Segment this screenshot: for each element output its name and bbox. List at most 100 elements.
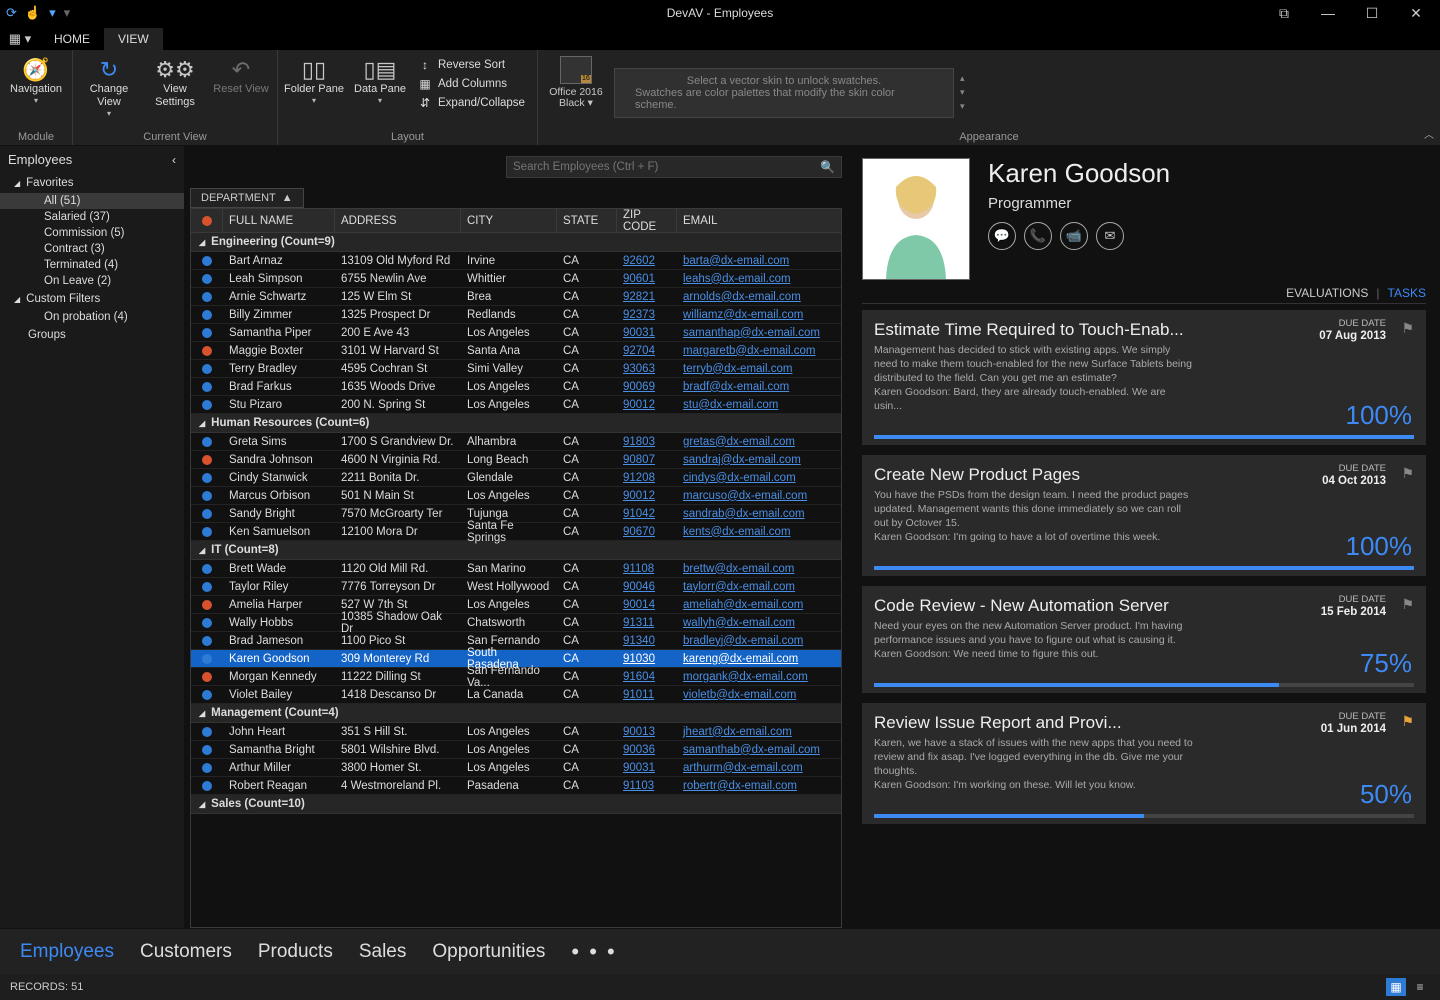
nav-group-custom[interactable]: ◢Custom Filters [0,289,184,309]
flag-icon[interactable]: ⚑ [1401,596,1414,613]
module-sales[interactable]: Sales [359,941,407,963]
file-menu-button[interactable]: ▦ ▾ [0,31,40,50]
cell-zip-link[interactable]: 92373 [623,309,655,321]
cell-zip-link[interactable]: 91803 [623,436,655,448]
cell-zip-link[interactable]: 90036 [623,744,655,756]
skin-prev-icon[interactable]: ▴ [960,73,965,84]
data-pane-button[interactable]: ▯▤ Data Pane ▾ [350,53,410,129]
col-icon[interactable] [191,209,223,232]
cell-email-link[interactable]: bradf@dx-email.com [683,381,789,393]
reverse-sort-button[interactable]: ↕Reverse Sort [416,57,527,73]
table-row[interactable]: Brad Farkus1635 Woods DriveLos AngelesCA… [191,378,841,396]
cell-email-link[interactable]: violetb@dx-email.com [683,689,796,701]
cell-email-link[interactable]: terryb@dx-email.com [683,363,792,375]
table-row[interactable]: Samantha Piper200 E Ave 43Los AngelesCA9… [191,324,841,342]
collapse-nav-icon[interactable]: ‹ [172,153,176,167]
table-row[interactable]: Bart Arnaz13109 Old Myford RdIrvineCA926… [191,252,841,270]
cell-zip-link[interactable]: 92821 [623,291,655,303]
cell-zip-link[interactable]: 91042 [623,508,655,520]
cell-zip-link[interactable]: 91604 [623,671,655,683]
cell-email-link[interactable]: samanthab@dx-email.com [683,744,820,756]
search-box[interactable]: 🔍 [506,156,842,178]
group-row[interactable]: ◢Management (Count=4) [191,704,841,723]
cell-zip-link[interactable]: 91340 [623,635,655,647]
tab-evaluations[interactable]: EVALUATIONS [1286,286,1368,300]
cell-email-link[interactable]: cindys@dx-email.com [683,472,796,484]
cell-zip-link[interactable]: 90031 [623,762,655,774]
nav-item-commission[interactable]: Commission (5) [0,225,184,241]
search-input[interactable] [513,161,820,173]
col-city[interactable]: CITY [461,209,557,232]
cell-zip-link[interactable]: 93063 [623,363,655,375]
tab-view[interactable]: VIEW [104,28,163,50]
cell-email-link[interactable]: kareng@dx-email.com [683,653,798,665]
cell-zip-link[interactable]: 90031 [623,327,655,339]
cell-email-link[interactable]: samanthap@dx-email.com [683,327,820,339]
restore-window-icon[interactable]: ⧉ [1274,5,1294,22]
task-card[interactable]: Estimate Time Required to Touch-Enab...D… [862,310,1426,445]
group-row[interactable]: ◢Human Resources (Count=6) [191,414,841,433]
group-row[interactable]: ◢Sales (Count=10) [191,795,841,814]
cell-email-link[interactable]: arthurm@dx-email.com [683,762,803,774]
phone-icon[interactable]: 📞 [1024,222,1052,250]
cell-email-link[interactable]: gretas@dx-email.com [683,436,795,448]
cell-email-link[interactable]: wallyh@dx-email.com [683,617,795,629]
task-card[interactable]: Create New Product PagesDUE DATE04 Oct 2… [862,455,1426,576]
task-card[interactable]: Review Issue Report and Provi...DUE DATE… [862,703,1426,824]
cell-zip-link[interactable]: 91311 [623,617,654,629]
table-row[interactable]: Greta Sims1700 S Grandview Dr.AlhambraCA… [191,433,841,451]
table-row[interactable]: Morgan Kennedy11222 Dilling StSan Fernan… [191,668,841,686]
table-row[interactable]: Violet Bailey1418 Descanso DrLa CanadaCA… [191,686,841,704]
cell-email-link[interactable]: ameliah@dx-email.com [683,599,803,611]
cell-zip-link[interactable]: 90014 [623,599,655,611]
cell-email-link[interactable]: sandraj@dx-email.com [683,454,801,466]
flag-icon[interactable]: ⚑ [1401,320,1414,337]
tab-home[interactable]: HOME [40,28,104,50]
table-row[interactable]: Ken Samuelson12100 Mora DrSanta Fe Sprin… [191,523,841,541]
table-row[interactable]: Wally Hobbs10385 Shadow Oak DrChatsworth… [191,614,841,632]
task-card[interactable]: Code Review - New Automation ServerDUE D… [862,586,1426,693]
navigation-button[interactable]: 🧭 Navigation ▾ [6,53,66,129]
cell-email-link[interactable]: leahs@dx-email.com [683,273,791,285]
table-row[interactable]: Marcus Orbison501 N Main StLos AngelesCA… [191,487,841,505]
cell-zip-link[interactable]: 91108 [623,563,654,575]
nav-item-contract[interactable]: Contract (3) [0,241,184,257]
col-state[interactable]: STATE [557,209,617,232]
table-row[interactable]: Arthur Miller3800 Homer St.Los AngelesCA… [191,759,841,777]
close-icon[interactable]: ✕ [1406,5,1426,22]
group-by-pill[interactable]: DEPARTMENT▲ [190,188,304,208]
chat-icon[interactable]: 💬 [988,222,1016,250]
skin-swatch[interactable]: 16 Office 2016 Black ▾ [548,56,604,129]
col-address[interactable]: ADDRESS [335,209,461,232]
table-row[interactable]: Samantha Bright5801 Wilshire Blvd.Los An… [191,741,841,759]
cell-zip-link[interactable]: 90601 [623,273,655,285]
cell-zip-link[interactable]: 90012 [623,490,655,502]
nav-item-salaried[interactable]: Salaried (37) [0,209,184,225]
table-row[interactable]: John Heart351 S Hill St.Los AngelesCA900… [191,723,841,741]
expand-collapse-button[interactable]: ⇵Expand/Collapse [416,95,527,111]
qat-dropdown-icon[interactable]: ▾ [49,5,56,21]
table-row[interactable]: Brett Wade1120 Old Mill Rd.San MarinoCA9… [191,560,841,578]
nav-item-terminated[interactable]: Terminated (4) [0,257,184,273]
cell-zip-link[interactable]: 90013 [623,726,655,738]
nav-item-onleave[interactable]: On Leave (2) [0,273,184,289]
skin-next-icon[interactable]: ▾ [960,87,965,98]
module-customers[interactable]: Customers [140,941,232,963]
col-fullname[interactable]: FULL NAME [223,209,335,232]
cell-zip-link[interactable]: 90012 [623,399,655,411]
cell-zip-link[interactable]: 92704 [623,345,655,357]
skin-more-icon[interactable]: ▾ [960,101,965,112]
cell-zip-link[interactable]: 90807 [623,454,655,466]
module-products[interactable]: Products [258,941,333,963]
cell-email-link[interactable]: bradleyj@dx-email.com [683,635,803,647]
cell-zip-link[interactable]: 91011 [623,689,654,701]
module-employees[interactable]: Employees [20,941,114,963]
table-row[interactable]: Billy Zimmer1325 Prospect DrRedlandsCA92… [191,306,841,324]
qat-customize-icon[interactable]: ▾ [64,5,71,21]
video-icon[interactable]: 📹 [1060,222,1088,250]
table-row[interactable]: Arnie Schwartz125 W Elm StBreaCA92821arn… [191,288,841,306]
table-row[interactable]: Terry Bradley4595 Cochran StSimi ValleyC… [191,360,841,378]
table-row[interactable]: Amelia Harper527 W 7th StLos AngelesCA90… [191,596,841,614]
table-row[interactable]: Sandra Johnson4600 N Virginia Rd.Long Be… [191,451,841,469]
cell-zip-link[interactable]: 91030 [623,653,655,665]
